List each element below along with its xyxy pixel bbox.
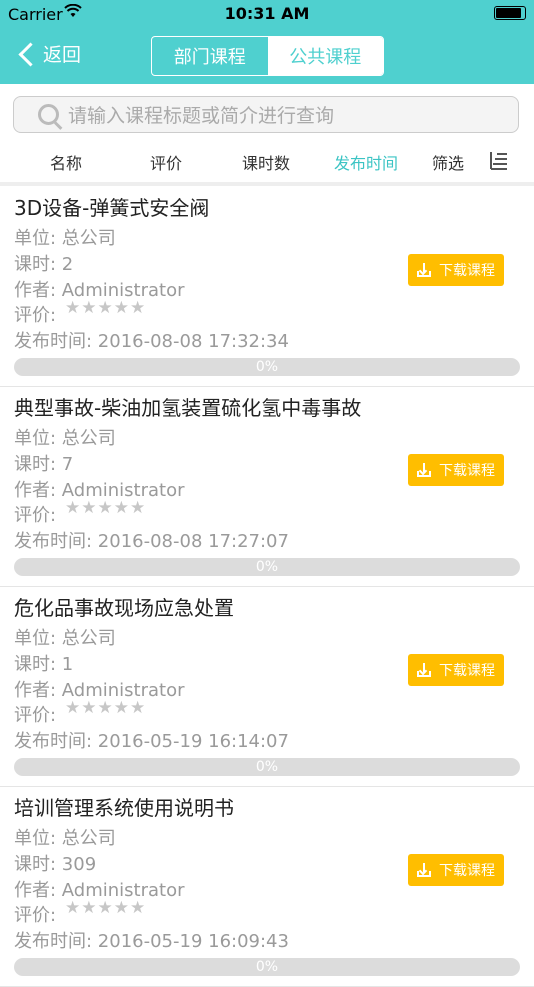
course-item[interactable]: 3D设备-弹簧式安全阀 单位: 总公司 课时: 2 作者: Administrator… (0, 186, 534, 387)
header-bar: Carrier 10:31 AM 返回 部门课程 公共课程 (0, 0, 534, 84)
download-course-button[interactable]: 下载课程 (408, 854, 504, 886)
download-icon (417, 263, 431, 277)
course-rating-label: 评价: (14, 705, 57, 726)
star-icon: ★ (65, 698, 82, 718)
course-hours: 课时: 1 (14, 654, 74, 675)
download-progress-bar: 0% (14, 358, 520, 376)
download-progress-bar: 0% (14, 558, 520, 576)
download-label: 下载课程 (439, 463, 495, 479)
search-icon (38, 104, 59, 125)
star-icon: ★ (130, 298, 147, 318)
sort-rating[interactable]: 评价 (150, 150, 182, 174)
download-label: 下载课程 (439, 263, 495, 279)
course-unit: 单位: 总公司 (14, 428, 116, 449)
course-publish-time: 发布时间: 2016-05-19 16:14:07 (14, 731, 289, 752)
download-icon (417, 863, 431, 877)
star-icon: ★ (113, 898, 130, 918)
rating-stars: ★★★★★ (65, 898, 146, 918)
star-icon: ★ (130, 498, 147, 518)
star-icon: ★ (65, 498, 82, 518)
download-course-button[interactable]: 下载课程 (408, 654, 504, 686)
star-icon: ★ (97, 498, 114, 518)
download-course-button[interactable]: 下载课程 (408, 254, 504, 286)
progress-text: 0% (255, 359, 279, 375)
progress-text: 0% (255, 759, 279, 775)
course-title: 典型事故-柴油加氢装置硫化氢中毒事故 (14, 396, 362, 420)
rating-stars: ★★★★★ (65, 698, 146, 718)
sort-hours[interactable]: 课时数 (242, 150, 290, 174)
star-icon: ★ (113, 498, 130, 518)
search-input[interactable] (66, 97, 510, 134)
segment-public-courses[interactable]: 公共课程 (267, 37, 383, 75)
sort-order-icon[interactable] (487, 150, 507, 170)
course-hours: 课时: 309 (14, 854, 97, 875)
sort-name[interactable]: 名称 (50, 150, 82, 174)
course-publish-time: 发布时间: 2016-05-19 16:09:43 (14, 931, 289, 952)
course-title: 培训管理系统使用说明书 (14, 796, 234, 820)
filter-button[interactable]: 筛选 (432, 150, 464, 174)
course-rating-label: 评价: (14, 305, 57, 326)
course-item[interactable]: 危化品事故现场应急处置 单位: 总公司 课时: 1 作者: Administrator… (0, 586, 534, 787)
star-icon: ★ (130, 698, 147, 718)
progress-text: 0% (255, 959, 279, 975)
star-icon: ★ (81, 698, 98, 718)
download-label: 下载课程 (439, 663, 495, 679)
course-rating-label: 评价: (14, 505, 57, 526)
sort-publish-time[interactable]: 发布时间 (334, 150, 398, 174)
star-icon: ★ (65, 298, 82, 318)
download-icon (417, 463, 431, 477)
course-item[interactable]: 培训管理系统使用说明书 单位: 总公司 课时: 309 作者: Administrat… (0, 786, 534, 987)
back-button[interactable]: 返回 (18, 40, 82, 67)
download-icon (417, 663, 431, 677)
star-icon: ★ (130, 898, 147, 918)
course-unit: 单位: 总公司 (14, 828, 116, 849)
download-course-button[interactable]: 下载课程 (408, 454, 504, 486)
search-bar (13, 96, 519, 134)
battery-icon (494, 6, 526, 20)
progress-text: 0% (255, 559, 279, 575)
course-unit: 单位: 总公司 (14, 228, 116, 249)
star-icon: ★ (97, 298, 114, 318)
course-unit: 单位: 总公司 (14, 628, 116, 649)
course-title: 危化品事故现场应急处置 (14, 596, 234, 620)
star-icon: ★ (81, 898, 98, 918)
download-progress-bar: 0% (14, 758, 520, 776)
course-publish-time: 发布时间: 2016-08-08 17:27:07 (14, 531, 289, 552)
star-icon: ★ (97, 898, 114, 918)
course-publish-time: 发布时间: 2016-08-08 17:32:34 (14, 331, 289, 352)
sort-bar: 名称 评价 课时数 发布时间 筛选 (0, 140, 534, 182)
course-hours: 课时: 7 (14, 454, 74, 475)
download-progress-bar: 0% (14, 958, 520, 976)
course-title: 3D设备-弹簧式安全阀 (14, 196, 210, 220)
rating-stars: ★★★★★ (65, 298, 146, 318)
star-icon: ★ (113, 698, 130, 718)
clock: 10:31 AM (224, 4, 310, 23)
star-icon: ★ (97, 698, 114, 718)
rating-stars: ★★★★★ (65, 498, 146, 518)
download-label: 下载课程 (439, 863, 495, 879)
course-hours: 课时: 2 (14, 254, 74, 275)
star-icon: ★ (65, 898, 82, 918)
chevron-left-icon (18, 42, 43, 67)
course-item[interactable]: 典型事故-柴油加氢装置硫化氢中毒事故 单位: 总公司 课时: 7 作者: Admini… (0, 386, 534, 587)
star-icon: ★ (81, 298, 98, 318)
star-icon: ★ (81, 498, 98, 518)
course-type-segmented-control: 部门课程 公共课程 (151, 36, 384, 76)
course-rating-label: 评价: (14, 905, 57, 926)
star-icon: ★ (113, 298, 130, 318)
back-label: 返回 (43, 44, 82, 66)
status-bar: Carrier 10:31 AM (0, 0, 534, 28)
segment-department-courses[interactable]: 部门课程 (152, 37, 268, 75)
